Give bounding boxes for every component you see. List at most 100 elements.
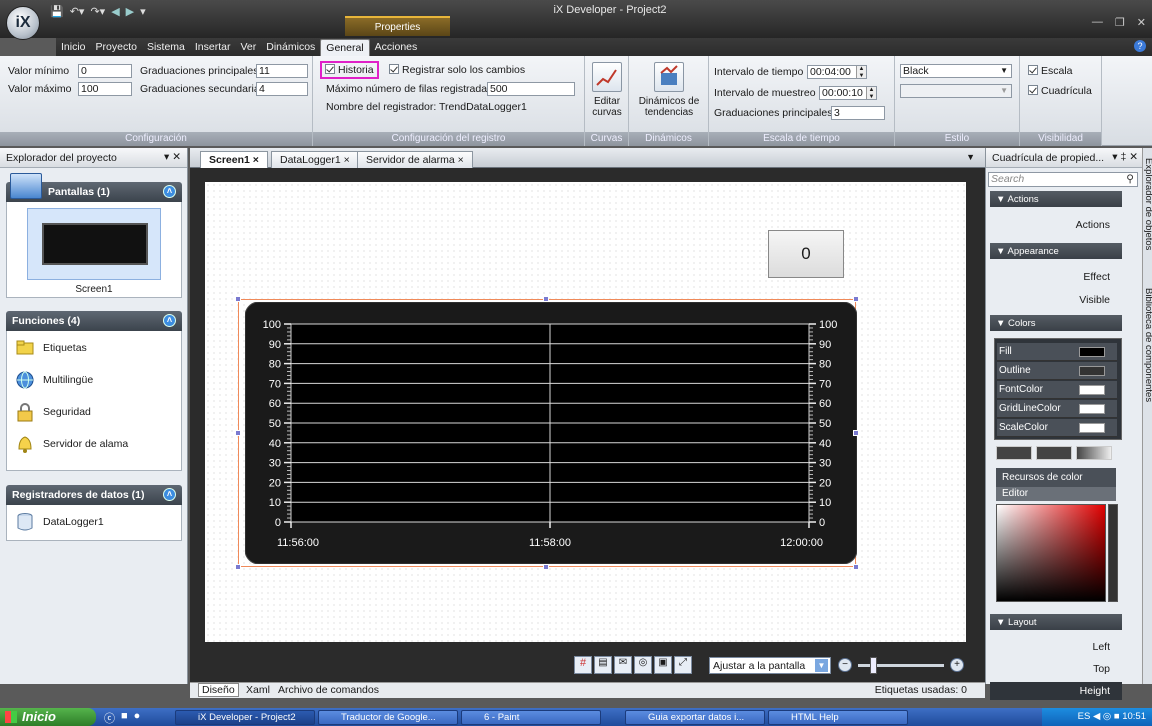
color-picker-gradient[interactable] (996, 504, 1106, 602)
edit-curves-button[interactable]: Editar curvas (589, 62, 625, 118)
tab-insertar[interactable]: Insertar (190, 39, 236, 56)
sample-interval-input[interactable]: 00:00:10 ▲ ▼ (819, 86, 877, 100)
pin-close-icon[interactable]: ▾ ✕ (164, 151, 181, 163)
property-search-input[interactable]: Search ⚲ (988, 172, 1138, 187)
loggers-section-header[interactable]: Registradores de datos (1) ˄ (6, 485, 182, 505)
close-icon[interactable]: ✕ (1137, 16, 1146, 29)
trend-dynamics-button[interactable]: Dinámicos de tendencias (633, 62, 705, 118)
color-outline[interactable]: Outline (997, 362, 1117, 380)
minor-ticks-input[interactable]: 4 (256, 82, 308, 96)
tab-proyecto[interactable]: Proyecto (91, 39, 142, 56)
hue-slider[interactable] (1108, 504, 1118, 602)
close-tab-icon[interactable]: × (253, 154, 259, 166)
function-seguridad[interactable]: Seguridad (15, 401, 91, 423)
color-gridlinecolor[interactable]: GridLineColor (997, 400, 1117, 418)
layers-icon[interactable]: ▤ (594, 656, 612, 674)
solid-brush-icon[interactable] (1036, 446, 1072, 460)
resize-handle[interactable] (543, 564, 549, 570)
prop-visible[interactable]: Visible (990, 291, 1122, 309)
folder-icon[interactable]: ■ (121, 710, 128, 726)
collapse-icon[interactable]: ˄ (163, 488, 176, 501)
collapse-icon[interactable]: ˄ (163, 185, 176, 198)
close-tab-icon[interactable]: × (458, 154, 464, 166)
gradient-brush-icon[interactable] (996, 446, 1032, 460)
time-interval-input[interactable]: 00:04:00 ▲ ▼ (807, 65, 867, 79)
zoom-in-icon[interactable]: + (950, 658, 964, 672)
function-etiquetas[interactable]: Etiquetas (15, 337, 87, 359)
minimize-icon[interactable]: — (1092, 16, 1103, 29)
color-scalecolor[interactable]: ScaleColor (997, 419, 1117, 437)
prop-actions[interactable]: Actions (990, 216, 1122, 234)
ie-icon[interactable]: ⓒ (104, 710, 115, 726)
colors-category[interactable]: ▼ Colors (990, 315, 1122, 331)
tab-general[interactable]: General (320, 39, 370, 56)
window-icon[interactable]: ▣ (654, 656, 672, 674)
tab-screen1[interactable]: Screen1 × (200, 151, 268, 168)
screen1-label[interactable]: Screen1 (7, 284, 181, 295)
redo-icon[interactable]: ↷▾ (90, 5, 105, 18)
prop-height[interactable]: Height (990, 682, 1122, 700)
prop-effect[interactable]: Effect (990, 268, 1122, 286)
resize-handle[interactable] (853, 296, 859, 302)
prop-top[interactable]: Top (990, 660, 1122, 678)
zoom-slider-thumb[interactable] (870, 657, 877, 674)
resize-handle[interactable] (543, 296, 549, 302)
color-resources-tab[interactable]: Recursos de color (996, 468, 1116, 488)
appearance-category[interactable]: ▼ Appearance (990, 243, 1122, 259)
function-servidor-alarma[interactable]: Servidor de alama (15, 433, 128, 455)
task-html-help[interactable]: HTML Help (768, 710, 908, 725)
grid-checkbox[interactable]: Cuadrícula (1028, 85, 1092, 97)
task-paint[interactable]: 6 - Paint (461, 710, 601, 725)
resize-handle[interactable] (235, 430, 241, 436)
linear-brush-icon[interactable] (1076, 446, 1112, 460)
component-library-tab[interactable]: Biblioteca de componentes (1143, 288, 1152, 402)
tab-xaml[interactable]: Xaml (246, 684, 270, 696)
tab-inicio[interactable]: Inicio (56, 39, 91, 56)
scale-checkbox[interactable]: Escala (1028, 65, 1073, 77)
max-value-input[interactable]: 100 (78, 82, 132, 96)
tab-acciones[interactable]: Acciones (370, 39, 423, 56)
zoom-select[interactable]: Ajustar a la pantalla ▼ (709, 657, 831, 674)
max-rows-input[interactable]: 500 (487, 82, 575, 96)
close-tab-icon[interactable]: × (344, 154, 350, 166)
function-multilingue[interactable]: Multilingüe (15, 369, 93, 391)
undo-icon[interactable]: ↶▾ (70, 5, 85, 18)
start-button[interactable]: Inicio (0, 708, 96, 726)
functions-section-header[interactable]: Funciones (4) ˄ (6, 311, 182, 331)
only-changes-checkbox[interactable]: Registrar solo los cambios (389, 64, 525, 76)
spin-icon[interactable]: ▲ ▼ (856, 66, 866, 78)
customize-icon[interactable]: ▾ (140, 5, 146, 18)
resize-handle[interactable] (853, 564, 859, 570)
zoom-out-icon[interactable]: − (838, 658, 852, 672)
tab-sistema[interactable]: Sistema (142, 39, 190, 56)
screen1-thumbnail[interactable] (27, 208, 161, 280)
style-color-select[interactable]: Black ▼ (900, 64, 1012, 78)
layout-category[interactable]: ▼ Layout (990, 614, 1122, 630)
tab-archivo-comandos[interactable]: Archivo de comandos (278, 684, 379, 696)
comment-icon[interactable]: ✉ (614, 656, 632, 674)
numeric-display[interactable]: 0 (768, 230, 844, 278)
pin-close-icon[interactable]: ▾ ‡ ✕ (1112, 151, 1138, 163)
tab-diseno[interactable]: Diseño (198, 683, 239, 697)
tab-ver[interactable]: Ver (236, 39, 262, 56)
tab-servidor-alarma[interactable]: Servidor de alarma × (357, 151, 473, 168)
resize-handle[interactable] (853, 430, 859, 436)
major-ticks-input[interactable]: 11 (256, 64, 308, 78)
logger-datalogger1[interactable]: DataLogger1 (15, 511, 104, 533)
color-fill[interactable]: Fill (997, 343, 1117, 361)
app-menu-button[interactable]: iX (6, 6, 40, 40)
help-icon[interactable]: ? (1134, 40, 1146, 52)
language-indicator[interactable]: ES (1078, 711, 1091, 722)
task-traductor[interactable]: Traductor de Google... (318, 710, 458, 725)
grid-toggle-icon[interactable]: # (574, 656, 592, 674)
design-canvas[interactable]: 0 100 90 80 70 60 50 40 30 20 10 0 100 90 80 70 60 50 40… (205, 182, 966, 642)
task-guia[interactable]: Guia exportar datos i... (625, 710, 765, 725)
time-major-input[interactable]: 3 (831, 106, 885, 120)
tab-list-icon[interactable]: ▼ (966, 152, 975, 162)
style-second-select[interactable]: ▼ (900, 84, 1012, 98)
prop-left[interactable]: Left (990, 638, 1122, 656)
min-value-input[interactable]: 0 (78, 64, 132, 78)
fit-icon[interactable]: ⤢ (674, 656, 692, 674)
media-icon[interactable]: ● (134, 710, 141, 726)
resize-handle[interactable] (235, 564, 241, 570)
